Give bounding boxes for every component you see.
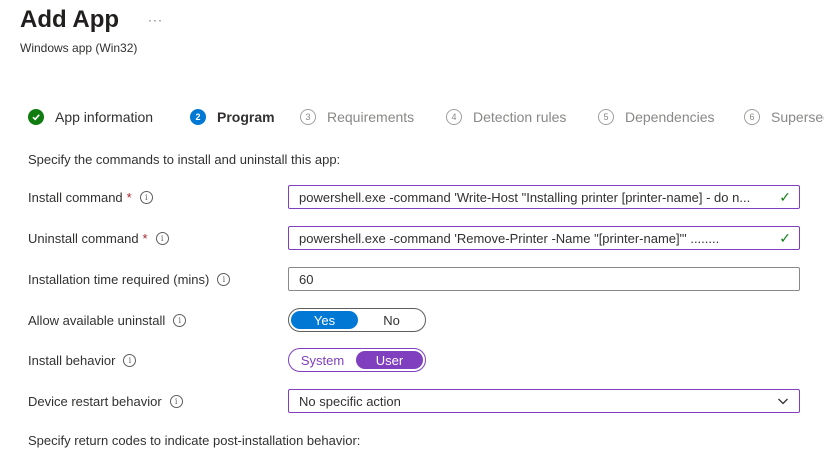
info-icon[interactable]: i: [123, 353, 137, 367]
step-dependencies[interactable]: 5 Dependencies: [598, 104, 715, 130]
allow-uninstall-toggle[interactable]: Yes No: [288, 308, 426, 332]
install-time-label: Installation time required (mins) i: [28, 272, 288, 287]
step-number-icon: 3: [300, 109, 316, 125]
step-number-icon: 5: [598, 109, 614, 125]
step-label: Program: [217, 109, 275, 125]
install-command-label: Install command * i: [28, 190, 288, 205]
checkmark-icon: ✓: [779, 188, 791, 205]
allow-uninstall-label-text: Allow available uninstall: [28, 312, 166, 328]
install-time-row: Installation time required (mins) i 60: [28, 267, 800, 291]
step-label: Supersedence: [771, 109, 824, 125]
install-time-value: 60: [299, 271, 314, 287]
allow-uninstall-label: Allow available uninstall i: [28, 313, 288, 328]
install-behavior-label: Install behavior i: [28, 353, 288, 368]
allow-uninstall-row: Allow available uninstall i Yes No: [28, 308, 800, 332]
info-icon[interactable]: i: [169, 394, 183, 408]
restart-behavior-label-text: Device restart behavior: [28, 393, 162, 409]
step-requirements[interactable]: 3 Requirements: [300, 104, 414, 130]
step-number-icon: 4: [446, 109, 462, 125]
install-behavior-toggle[interactable]: System User: [288, 348, 426, 372]
install-behavior-label-text: Install behavior: [28, 352, 116, 368]
install-command-row: Install command * i powershell.exe -comm…: [28, 185, 800, 209]
restart-behavior-label: Device restart behavior i: [28, 394, 288, 409]
required-marker: *: [142, 230, 148, 246]
info-icon[interactable]: i: [217, 272, 231, 286]
page-title: Add App: [20, 6, 120, 33]
toggle-option-system[interactable]: System: [289, 349, 356, 371]
step-number-icon: 6: [744, 109, 760, 125]
step-supersedence[interactable]: 6 Supersedence: [744, 104, 824, 130]
restart-behavior-dropdown[interactable]: No specific action: [288, 389, 800, 413]
uninstall-command-value: powershell.exe -command 'Remove-Printer …: [299, 230, 720, 246]
commands-intro: Specify the commands to install and unin…: [28, 152, 341, 167]
info-icon[interactable]: i: [139, 190, 153, 204]
toggle-option-no[interactable]: No: [358, 309, 425, 331]
step-app-information[interactable]: App information: [28, 104, 153, 130]
uninstall-command-label: Uninstall command * i: [28, 231, 288, 246]
chevron-down-icon: [778, 398, 788, 405]
step-label: Dependencies: [625, 109, 715, 125]
more-options-button[interactable]: ···: [148, 13, 163, 27]
step-label: Detection rules: [473, 109, 567, 125]
info-icon[interactable]: i: [155, 231, 169, 245]
info-icon[interactable]: i: [173, 313, 187, 327]
uninstall-command-row: Uninstall command * i powershell.exe -co…: [28, 226, 800, 250]
step-number-icon: 2: [190, 109, 206, 125]
uninstall-command-input[interactable]: powershell.exe -command 'Remove-Printer …: [288, 226, 800, 250]
step-label: App information: [55, 109, 154, 125]
wizard-steps: App information 2 Program 3 Requirements…: [28, 104, 824, 130]
page-subtitle: Windows app (Win32): [20, 41, 138, 55]
checkmark-icon: ✓: [779, 229, 791, 246]
restart-behavior-row: Device restart behavior i No specific ac…: [28, 389, 800, 413]
restart-behavior-value: No specific action: [299, 393, 401, 409]
step-program[interactable]: 2 Program: [190, 104, 275, 130]
install-command-input[interactable]: powershell.exe -command 'Write-Host "Ins…: [288, 185, 800, 209]
toggle-option-yes[interactable]: Yes: [291, 311, 358, 329]
toggle-option-user[interactable]: User: [356, 351, 423, 369]
install-behavior-row: Install behavior i System User: [28, 348, 800, 372]
install-time-input[interactable]: 60: [288, 267, 800, 291]
step-label: Requirements: [327, 109, 415, 125]
install-time-label-text: Installation time required (mins): [28, 271, 210, 287]
uninstall-command-label-text: Uninstall command: [28, 230, 139, 246]
install-command-value: powershell.exe -command 'Write-Host "Ins…: [299, 189, 751, 205]
checkmark-icon: [28, 109, 44, 125]
install-command-label-text: Install command: [28, 189, 123, 205]
step-detection-rules[interactable]: 4 Detection rules: [446, 104, 566, 130]
return-codes-intro: Specify return codes to indicate post-in…: [28, 433, 361, 448]
required-marker: *: [126, 189, 132, 205]
